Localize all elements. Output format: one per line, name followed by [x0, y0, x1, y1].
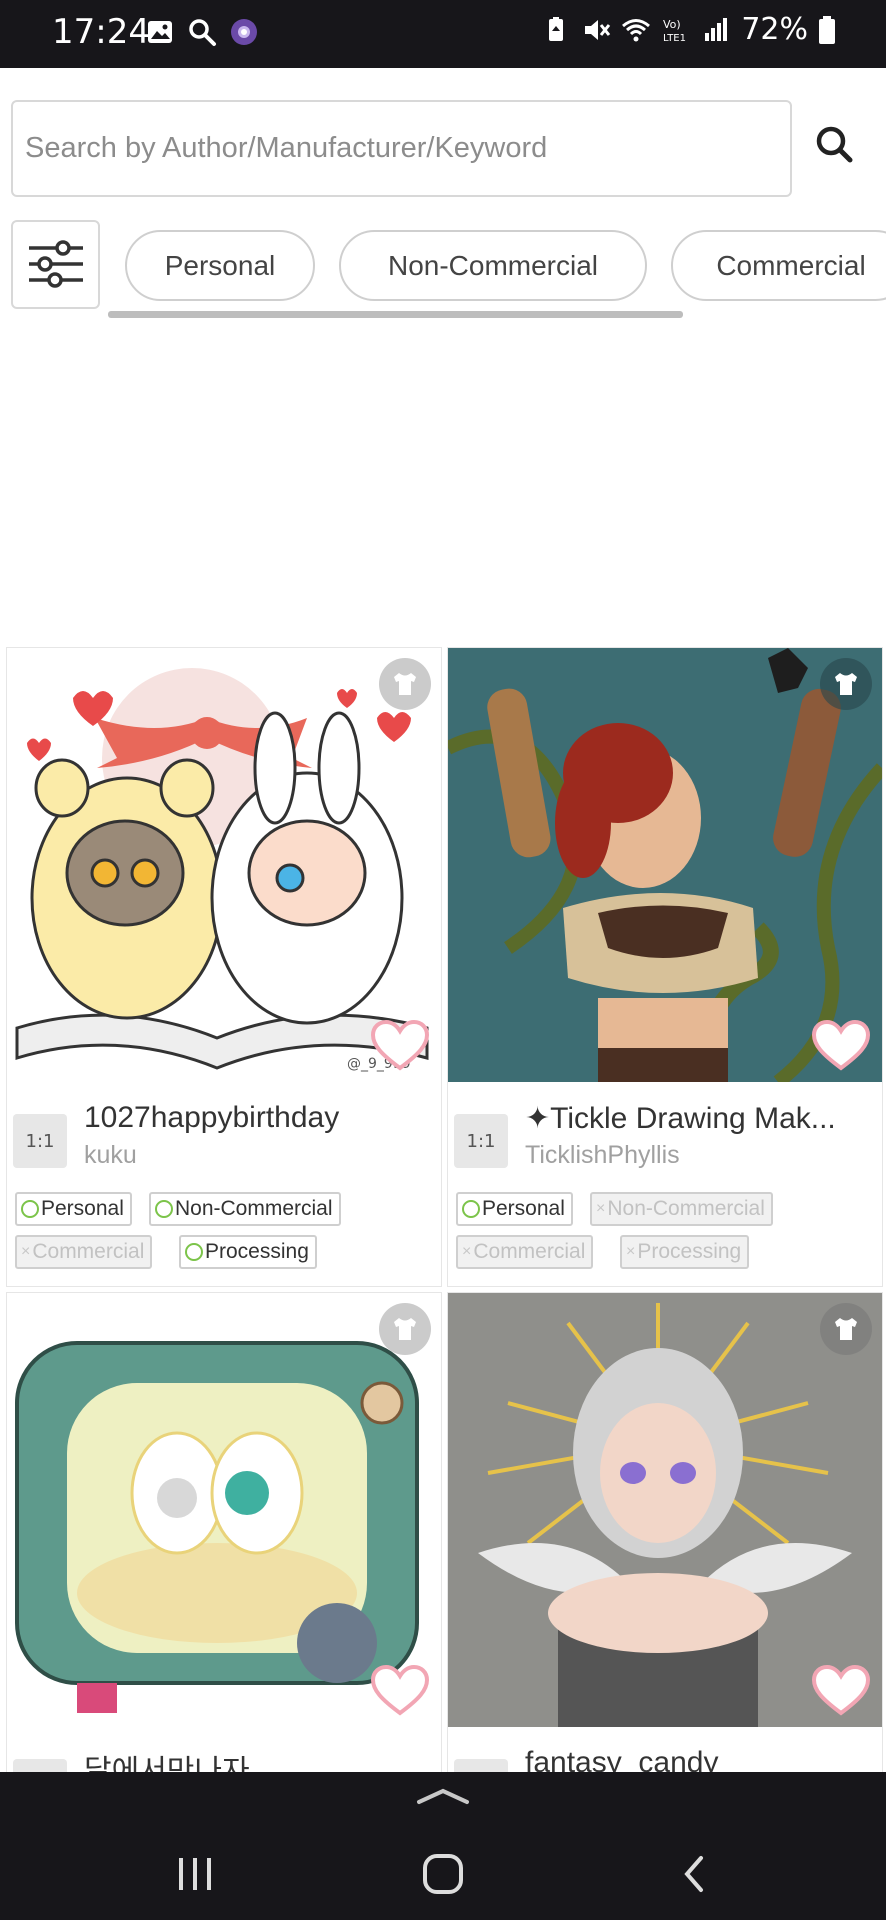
filter-button[interactable]: [11, 220, 100, 309]
chip-commercial[interactable]: Commercial: [671, 230, 886, 301]
heart-icon[interactable]: [369, 1663, 431, 1717]
chip-personal[interactable]: Personal: [125, 230, 315, 301]
card-fantasy-candy[interactable]: fantasy_candy: [447, 1292, 883, 1792]
volte-icon: Vo) LTE1: [663, 18, 686, 44]
back-icon[interactable]: [675, 1854, 715, 1894]
tag-processing: × Processing: [620, 1235, 750, 1269]
tag-personal: Personal: [15, 1192, 132, 1226]
signal-icon: [705, 17, 728, 41]
battery-saver-icon: [549, 16, 564, 41]
ratio-badge: 1:1: [454, 1114, 508, 1168]
status-time: 17:24: [52, 12, 150, 52]
tshirt-icon[interactable]: [820, 658, 872, 710]
svg-text:LTE1: LTE1: [663, 33, 686, 44]
card-tickle-drawing-maker[interactable]: 1:1 ✦Tickle Drawing Mak... TicklishPhyll…: [447, 647, 883, 1287]
heart-icon[interactable]: [810, 1663, 872, 1717]
ratio-badge: 1:1: [13, 1114, 67, 1168]
chip-scrollbar[interactable]: [108, 311, 683, 318]
card-1027happybirthday[interactable]: @_9_999 1:1 1027happybirthday kuku Perso…: [6, 647, 442, 1287]
bottom-nav-bar: [0, 1772, 886, 1920]
search-box[interactable]: [11, 100, 792, 197]
card-title[interactable]: 1027happybirthday: [84, 1101, 434, 1135]
card-moon-meeting[interactable]: 달에서만나자: [6, 1292, 442, 1792]
sliders-icon: [29, 240, 83, 288]
artwork-bunny-bear-illustration: @_9_999: [7, 648, 441, 1082]
tshirt-icon[interactable]: [820, 1303, 872, 1355]
search-input[interactable]: [25, 102, 775, 195]
card-image[interactable]: [7, 1293, 441, 1727]
tag-personal: Personal: [456, 1192, 573, 1226]
heart-icon[interactable]: [369, 1018, 431, 1072]
tag-commercial: × Commercial: [15, 1235, 153, 1269]
tag-non-commercial: × Non-Commercial: [590, 1192, 773, 1226]
app-icon: [231, 19, 257, 45]
wifi-icon: [622, 18, 651, 41]
card-author[interactable]: TicklishPhyllis: [525, 1141, 680, 1170]
svg-text:Vo): Vo): [663, 18, 681, 31]
tag-non-commercial: Non-Commercial: [149, 1192, 341, 1226]
card-image[interactable]: [448, 1293, 882, 1727]
artwork-tv-bunnies-illustration: [7, 1293, 441, 1727]
tshirt-icon[interactable]: [379, 658, 431, 710]
card-title[interactable]: ✦Tickle Drawing Mak...: [525, 1101, 875, 1136]
tshirt-icon[interactable]: [379, 1303, 431, 1355]
recent-apps-icon[interactable]: [175, 1854, 215, 1894]
artwork-vine-character-illustration: [448, 648, 882, 1082]
search-icon[interactable]: [810, 120, 860, 170]
battery-icon: [819, 15, 835, 44]
status-bar: 17:24 Vo) LTE1 72%: [0, 0, 886, 68]
battery-percent: 72%: [741, 12, 808, 47]
chevron-up-icon[interactable]: [415, 1786, 471, 1806]
home-icon[interactable]: [421, 1852, 465, 1896]
tag-commercial: × Commercial: [456, 1235, 594, 1269]
card-image[interactable]: @_9_999: [7, 648, 441, 1082]
heart-icon[interactable]: [810, 1018, 872, 1072]
chip-non-commercial[interactable]: Non-Commercial: [339, 230, 647, 301]
mute-icon: [585, 19, 611, 40]
card-image[interactable]: [448, 648, 882, 1082]
search-icon: [189, 19, 216, 46]
artwork-angel-girl-illustration: [448, 1293, 882, 1727]
tag-processing: Processing: [179, 1235, 317, 1269]
card-author[interactable]: kuku: [84, 1141, 137, 1170]
image-icon: [148, 21, 172, 43]
